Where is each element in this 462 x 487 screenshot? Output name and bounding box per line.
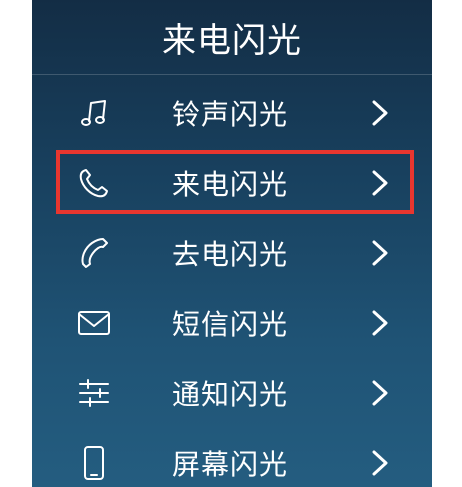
menu-item-sms-flash[interactable]: 短信闪光 [32,288,432,358]
chevron-right-icon [370,309,390,337]
app-screen: 来电闪光 铃声闪光 来电闪光 去电闪光 短信闪光 通知闪光 屏幕闪光 [32,0,432,487]
chevron-right-icon [370,239,390,267]
menu-item-label: 通知闪光 [172,378,289,411]
menu-item-label: 屏幕闪光 [172,448,289,481]
menu-item-label: 来电闪光 [172,168,289,201]
chevron-right-icon [370,99,390,127]
menu-item-notification-flash[interactable]: 通知闪光 [32,358,432,428]
menu-item-label: 短信闪光 [172,308,289,341]
envelope-icon [76,305,112,341]
phone-outgoing-icon [76,235,112,271]
menu-item-screen-flash[interactable]: 屏幕闪光 [32,428,432,487]
menu-item-outgoing-call-flash[interactable]: 去电闪光 [32,218,432,288]
smartphone-icon [76,445,112,481]
chevron-right-icon [370,379,390,407]
page-title: 来电闪光 [32,0,432,75]
sliders-icon [76,375,112,411]
chevron-right-icon [370,449,390,477]
menu-item-label: 铃声闪光 [172,98,289,131]
chevron-right-icon [370,169,390,197]
menu-item-incoming-call-flash[interactable]: 来电闪光 [32,148,432,218]
menu-item-ringtone-flash[interactable]: 铃声闪光 [32,78,432,148]
music-note-icon [76,95,112,131]
phone-incoming-icon [76,165,112,201]
menu-item-label: 去电闪光 [172,238,289,271]
